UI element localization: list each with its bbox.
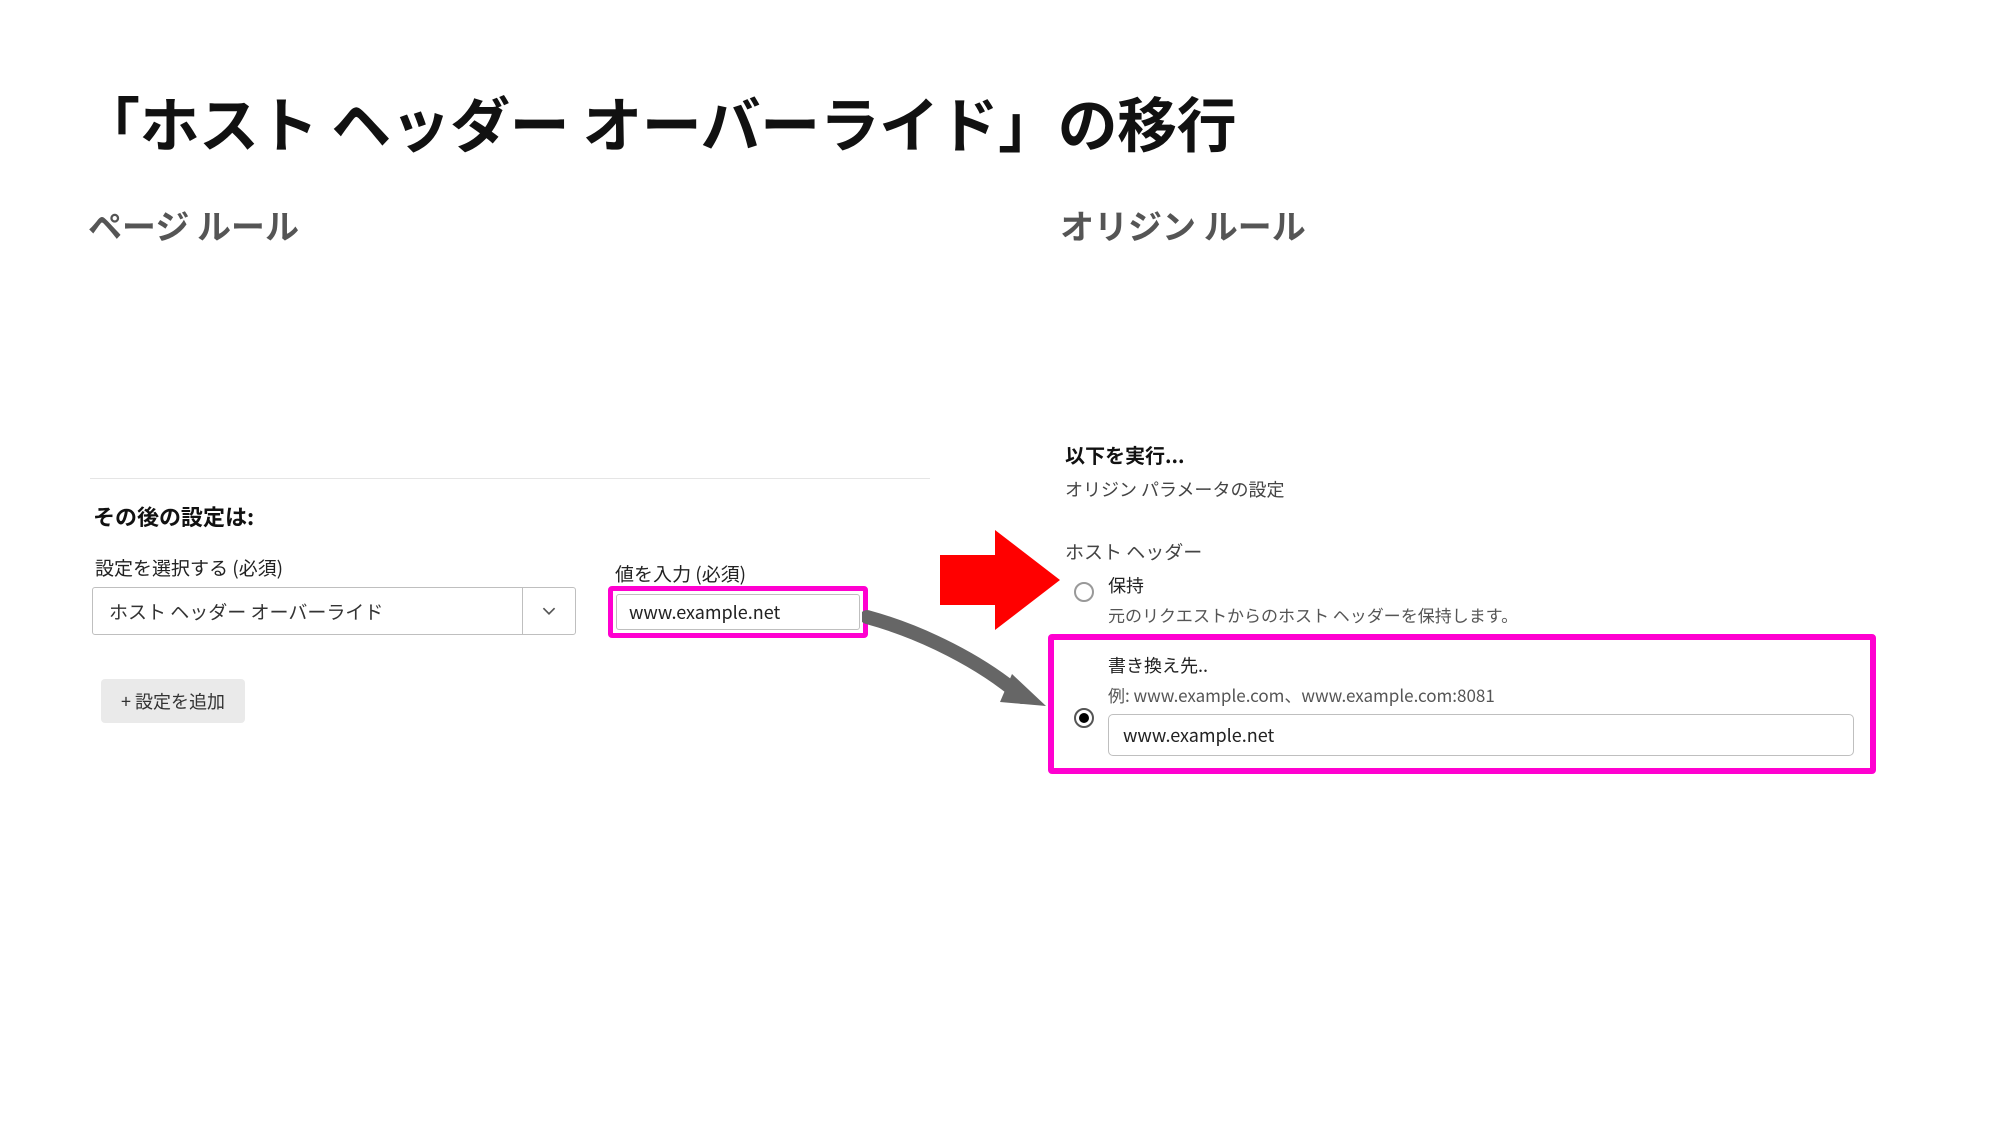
setting-select[interactable]: ホスト ヘッダー オーバーライド (92, 587, 576, 635)
then-settings-label: その後の設定は: (93, 500, 254, 532)
divider (90, 478, 930, 479)
keep-label: 保持 (1108, 572, 1144, 598)
keep-sub-label: 元のリクエストからのホスト ヘッダーを保持します。 (1108, 602, 1518, 627)
rewrite-label: 書き換え先.. (1108, 652, 1208, 678)
page-title: 「ホスト ヘッダー オーバーライド」の移行 (80, 78, 1236, 165)
value-input[interactable]: www.example.net (616, 594, 860, 630)
chevron-down-icon[interactable] (522, 588, 575, 634)
rewrite-example: 例: www.example.com、www.example.com:8081 (1108, 682, 1495, 707)
right-arrow-icon (940, 525, 1060, 635)
setting-select-value: ホスト ヘッダー オーバーライド (93, 598, 522, 625)
value-input-highlight: www.example.net (608, 586, 868, 638)
rewrite-radio[interactable] (1074, 708, 1094, 728)
value-input-label: 値を入力 (必須) (615, 560, 746, 587)
slide: 「ホスト ヘッダー オーバーライド」の移行 ページ ルール オリジン ルール そ… (0, 0, 2000, 1125)
keep-radio[interactable] (1074, 582, 1094, 602)
right-column-title: オリジン ルール (1060, 200, 1306, 249)
host-header-label: ホスト ヘッダー (1065, 538, 1202, 565)
left-column-title: ページ ルール (88, 200, 299, 249)
origin-params-label: オリジン パラメータの設定 (1065, 476, 1285, 502)
rewrite-input[interactable]: www.example.net (1108, 714, 1854, 756)
run-label: 以下を実行... (1065, 440, 1185, 469)
setting-select-label: 設定を選択する (必須) (95, 554, 283, 581)
add-setting-button[interactable]: + 設定を追加 (101, 679, 245, 723)
